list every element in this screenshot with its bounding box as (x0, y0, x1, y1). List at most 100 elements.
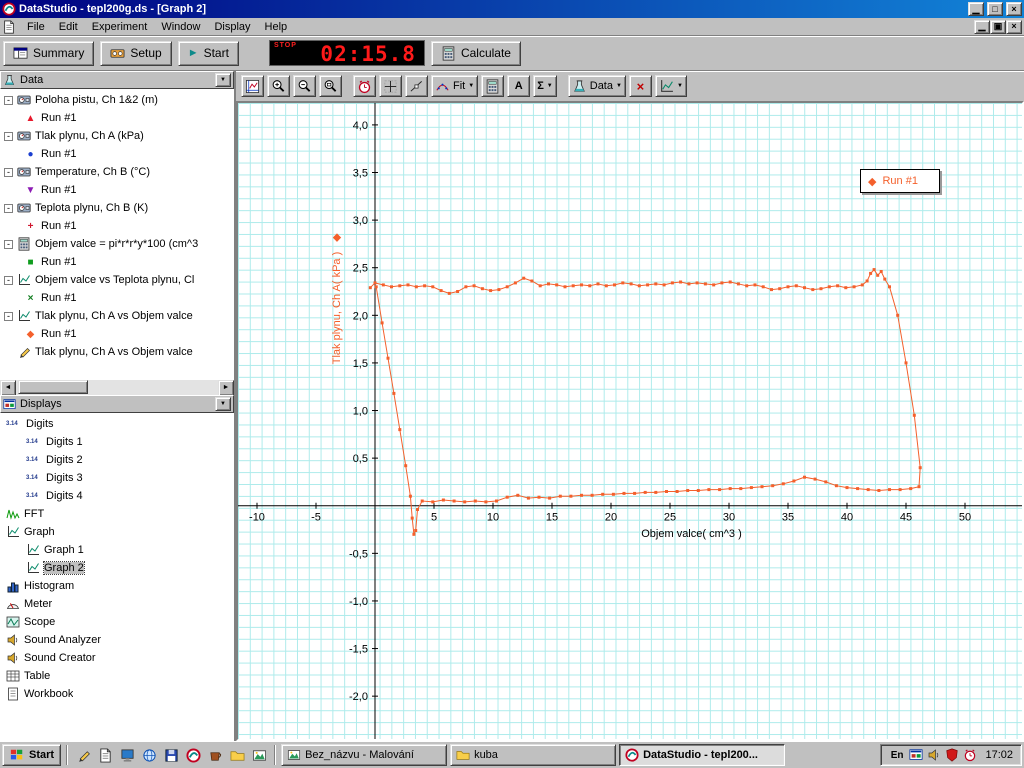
display-item-row[interactable]: Table (0, 667, 234, 685)
legend[interactable]: ◆ Run #1 (860, 169, 940, 193)
quicklaunch-java-icon[interactable] (205, 745, 225, 765)
scroll-left-button[interactable]: ◄ (0, 380, 16, 396)
menu-experiment[interactable]: Experiment (85, 19, 155, 35)
display-item-row[interactable]: Sound Analyzer (0, 631, 234, 649)
slope-tool-button[interactable] (405, 75, 428, 97)
quicklaunch-pen-icon[interactable] (73, 745, 93, 765)
menu-display[interactable]: Display (207, 19, 257, 35)
fit-dropdown-button[interactable]: Fit ▼ (431, 75, 479, 97)
data-run-row[interactable]: ◆ Run #1 (0, 325, 234, 343)
display-item-row[interactable]: 3.14 Digits (0, 415, 234, 433)
tree-collapse-icon[interactable]: - (4, 203, 13, 213)
displays-panel-dropdown-button[interactable]: ▼ (215, 397, 231, 411)
tree-collapse-icon[interactable]: - (4, 239, 13, 249)
display-item-row[interactable]: Sound Creator (0, 649, 234, 667)
alarm-button[interactable] (353, 75, 376, 97)
summary-button[interactable]: Summary (3, 40, 95, 66)
display-item-row[interactable]: Scope (0, 613, 234, 631)
scrollbar-thumb[interactable] (18, 380, 88, 394)
taskbar-task-3[interactable]: DataStudio - tepl200... (619, 744, 786, 766)
display-item-row[interactable]: Meter (0, 595, 234, 613)
chart[interactable]: -10 -5 5 10 15 20 25 30 35 40 45 50 4,0 3,5 3,0 2,5 2,0 1… (238, 103, 1022, 739)
display-item-row[interactable]: 3.14 Digits 1 (0, 433, 234, 451)
data-channel-row[interactable]: - Temperature, Ch B (°C) (0, 163, 234, 181)
tree-collapse-icon[interactable]: - (4, 311, 13, 321)
display-item-row[interactable]: Graph (0, 523, 234, 541)
close-button[interactable]: × (1006, 2, 1022, 16)
tree-collapse-icon[interactable]: - (4, 131, 13, 141)
data-point (824, 480, 828, 484)
x-axis-title[interactable]: Objem valce( cm^3 ) (619, 528, 764, 540)
quicklaunch-folder-icon[interactable] (227, 745, 247, 765)
data-channel-row[interactable]: - Objem valce vs Teplota plynu, Cl (0, 271, 234, 289)
data-run-row[interactable]: + Run #1 (0, 217, 234, 235)
quicklaunch-browser-icon[interactable] (139, 745, 159, 765)
data-channel-row[interactable]: - Poloha pistu, Ch 1&2 (m) (0, 91, 234, 109)
data-channel-row[interactable]: Tlak plynu, Ch A vs Objem valce (0, 343, 234, 361)
scroll-right-button[interactable]: ► (218, 380, 234, 396)
data-dropdown-button[interactable]: Data ▼ (567, 75, 626, 97)
calculate-button[interactable]: Calculate (430, 40, 521, 66)
data-channel-row[interactable]: - Teplota plynu, Ch B (K) (0, 199, 234, 217)
quicklaunch-datastudio-icon[interactable] (183, 745, 203, 765)
data-run-row[interactable]: × Run #1 (0, 289, 234, 307)
child-minimize-button[interactable]: ▁ (974, 19, 990, 34)
data-run-row[interactable]: ▼ Run #1 (0, 181, 234, 199)
data-run-row[interactable]: ● Run #1 (0, 145, 234, 163)
tree-collapse-icon[interactable]: - (4, 275, 13, 285)
tray-antivirus-icon[interactable] (945, 748, 959, 762)
display-item-row[interactable]: Histogram (0, 577, 234, 595)
setup-button[interactable]: Setup (100, 40, 172, 66)
calculator-tool-button[interactable] (481, 75, 505, 97)
display-item-row[interactable]: 3.14 Digits 4 (0, 487, 234, 505)
tree-collapse-icon[interactable]: - (4, 167, 13, 177)
display-item-row[interactable]: 3.14 Digits 3 (0, 469, 234, 487)
taskbar-task-2[interactable]: kuba (450, 744, 617, 766)
quicklaunch-disk-icon[interactable] (161, 745, 181, 765)
data-run-row[interactable]: ■ Run #1 (0, 253, 234, 271)
taskbar-task-1[interactable]: Bez_názvu - Malování (281, 744, 448, 766)
menu-edit[interactable]: Edit (52, 19, 85, 35)
data-panel-dropdown-button[interactable]: ▼ (215, 73, 231, 87)
zoom-in-button[interactable] (267, 75, 290, 97)
menu-window[interactable]: Window (154, 19, 207, 35)
quicklaunch-document-icon[interactable] (95, 745, 115, 765)
quicklaunch-show-desktop-icon[interactable] (117, 745, 137, 765)
tree-collapse-icon[interactable]: - (4, 95, 13, 105)
maximize-button[interactable]: □ (987, 2, 1003, 16)
quicklaunch-paint-icon[interactable] (249, 745, 269, 765)
display-item-row[interactable]: FFT (0, 505, 234, 523)
remove-data-button[interactable]: × (628, 75, 652, 97)
graph-settings-button[interactable]: ▼ (654, 75, 687, 97)
data-tree-hscrollbar[interactable]: ◄ ► (0, 379, 234, 396)
display-item-row[interactable]: Graph 1 (0, 541, 234, 559)
statistics-dropdown-button[interactable]: Σ ▼ (533, 75, 557, 97)
y-axis-title[interactable]: Tlak plynu, Ch A( kPa ) (331, 252, 343, 365)
data-channel-row[interactable]: - Tlak plynu, Ch A vs Objem valce (0, 307, 234, 325)
display-item-row[interactable]: 3.14 Digits 2 (0, 451, 234, 469)
data-point (497, 288, 501, 292)
menu-file[interactable]: File (20, 19, 52, 35)
zoom-select-button[interactable] (319, 75, 342, 97)
zoom-out-button[interactable] (293, 75, 316, 97)
start-button[interactable]: Start (2, 744, 62, 766)
start-button-toolbar[interactable]: ► Start (177, 40, 239, 66)
minimize-button[interactable]: ▁ (968, 2, 984, 16)
plot-area[interactable]: -10 -5 5 10 15 20 25 30 35 40 45 50 4,0 3,5 3,0 2,5 2,0 1… (236, 101, 1024, 741)
tray-volume-icon[interactable] (927, 748, 941, 762)
display-item-row[interactable]: Graph 2 (0, 559, 234, 577)
data-channel-row[interactable]: - Objem valce = pi*r*r*y*100 (cm^3 (0, 235, 234, 253)
menu-help[interactable]: Help (258, 19, 295, 35)
child-close-button[interactable]: × (1006, 19, 1022, 34)
display-item-row[interactable]: Workbook (0, 685, 234, 703)
data-channel-row[interactable]: - Tlak plynu, Ch A (kPa) (0, 127, 234, 145)
data-run-row[interactable]: ▲ Run #1 (0, 109, 234, 127)
smart-tool-button[interactable] (379, 75, 402, 97)
scale-to-fit-button[interactable] (241, 75, 264, 97)
text-annotation-button[interactable]: A (507, 75, 531, 97)
tray-language-indicator[interactable]: En (888, 749, 906, 761)
child-restore-button[interactable]: ▣ (990, 19, 1006, 34)
scrollbar-track[interactable] (16, 380, 218, 395)
tray-display-icon[interactable] (909, 748, 923, 762)
tray-scheduler-icon[interactable] (963, 748, 977, 762)
